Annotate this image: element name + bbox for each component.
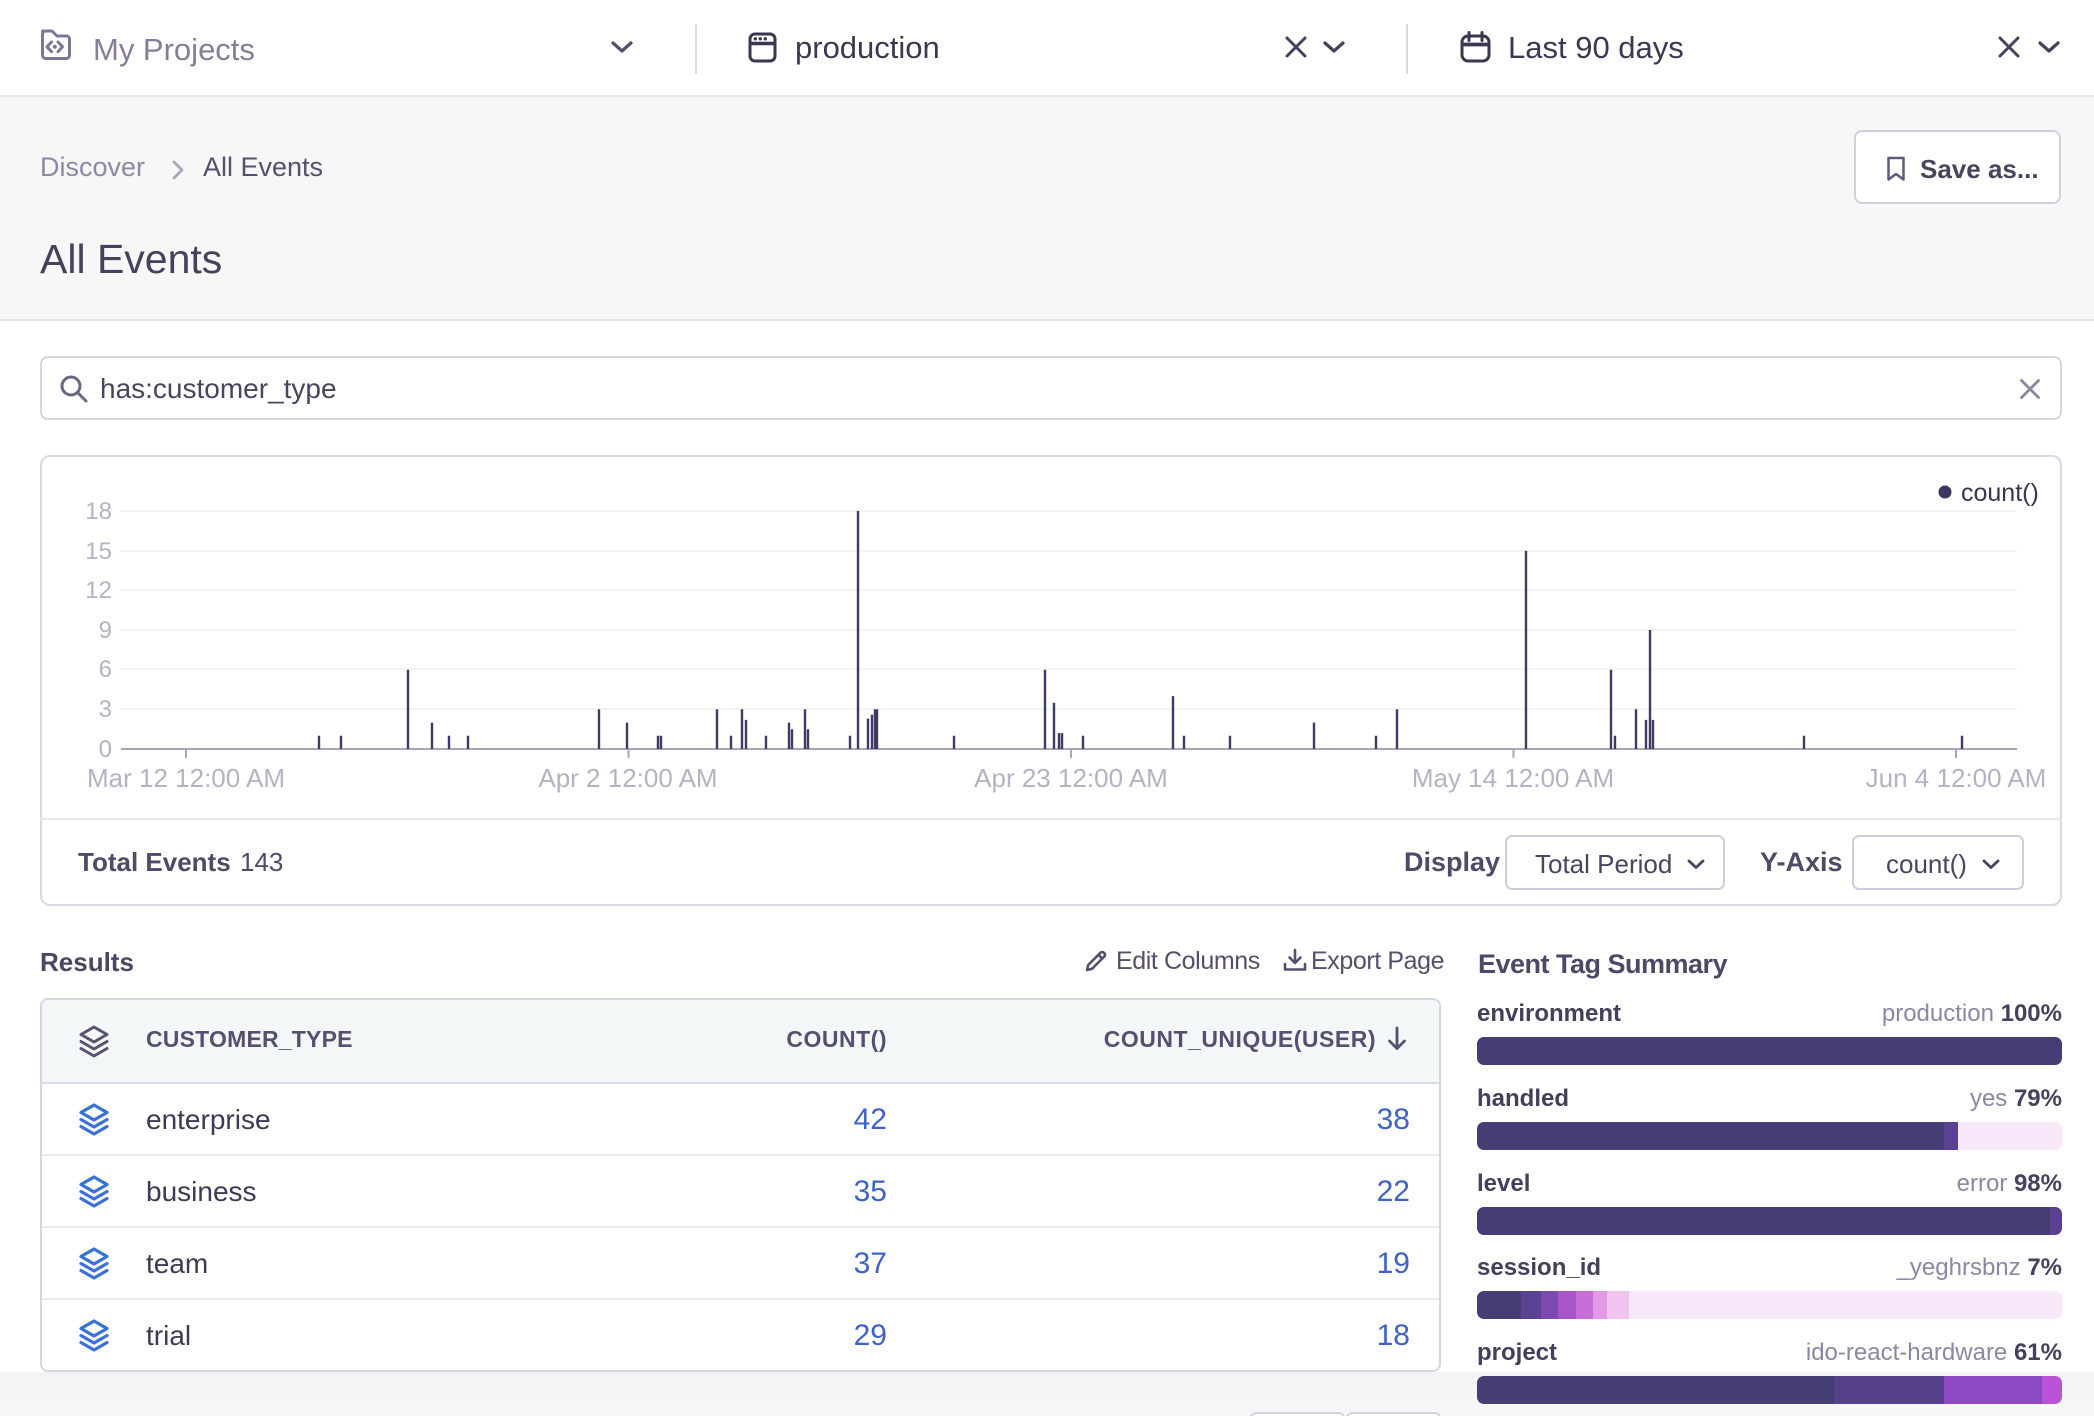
svg-text:May 14 12:00 AM: May 14 12:00 AM xyxy=(1412,763,1614,793)
svg-text:Apr 2 12:00 AM: Apr 2 12:00 AM xyxy=(538,763,717,793)
svg-text:Mar 12 12:00 AM: Mar 12 12:00 AM xyxy=(87,763,285,793)
svg-text:count(): count() xyxy=(1961,479,2039,507)
svg-text:3: 3 xyxy=(99,696,112,723)
svg-text:0: 0 xyxy=(99,736,112,763)
svg-text:15: 15 xyxy=(85,538,112,565)
svg-text:18: 18 xyxy=(85,498,112,525)
svg-text:Apr 23 12:00 AM: Apr 23 12:00 AM xyxy=(974,763,1168,793)
svg-text:Jun 4 12:00 AM: Jun 4 12:00 AM xyxy=(1866,763,2047,793)
svg-text:12: 12 xyxy=(85,577,112,604)
svg-text:6: 6 xyxy=(99,656,112,683)
svg-text:9: 9 xyxy=(99,617,112,644)
